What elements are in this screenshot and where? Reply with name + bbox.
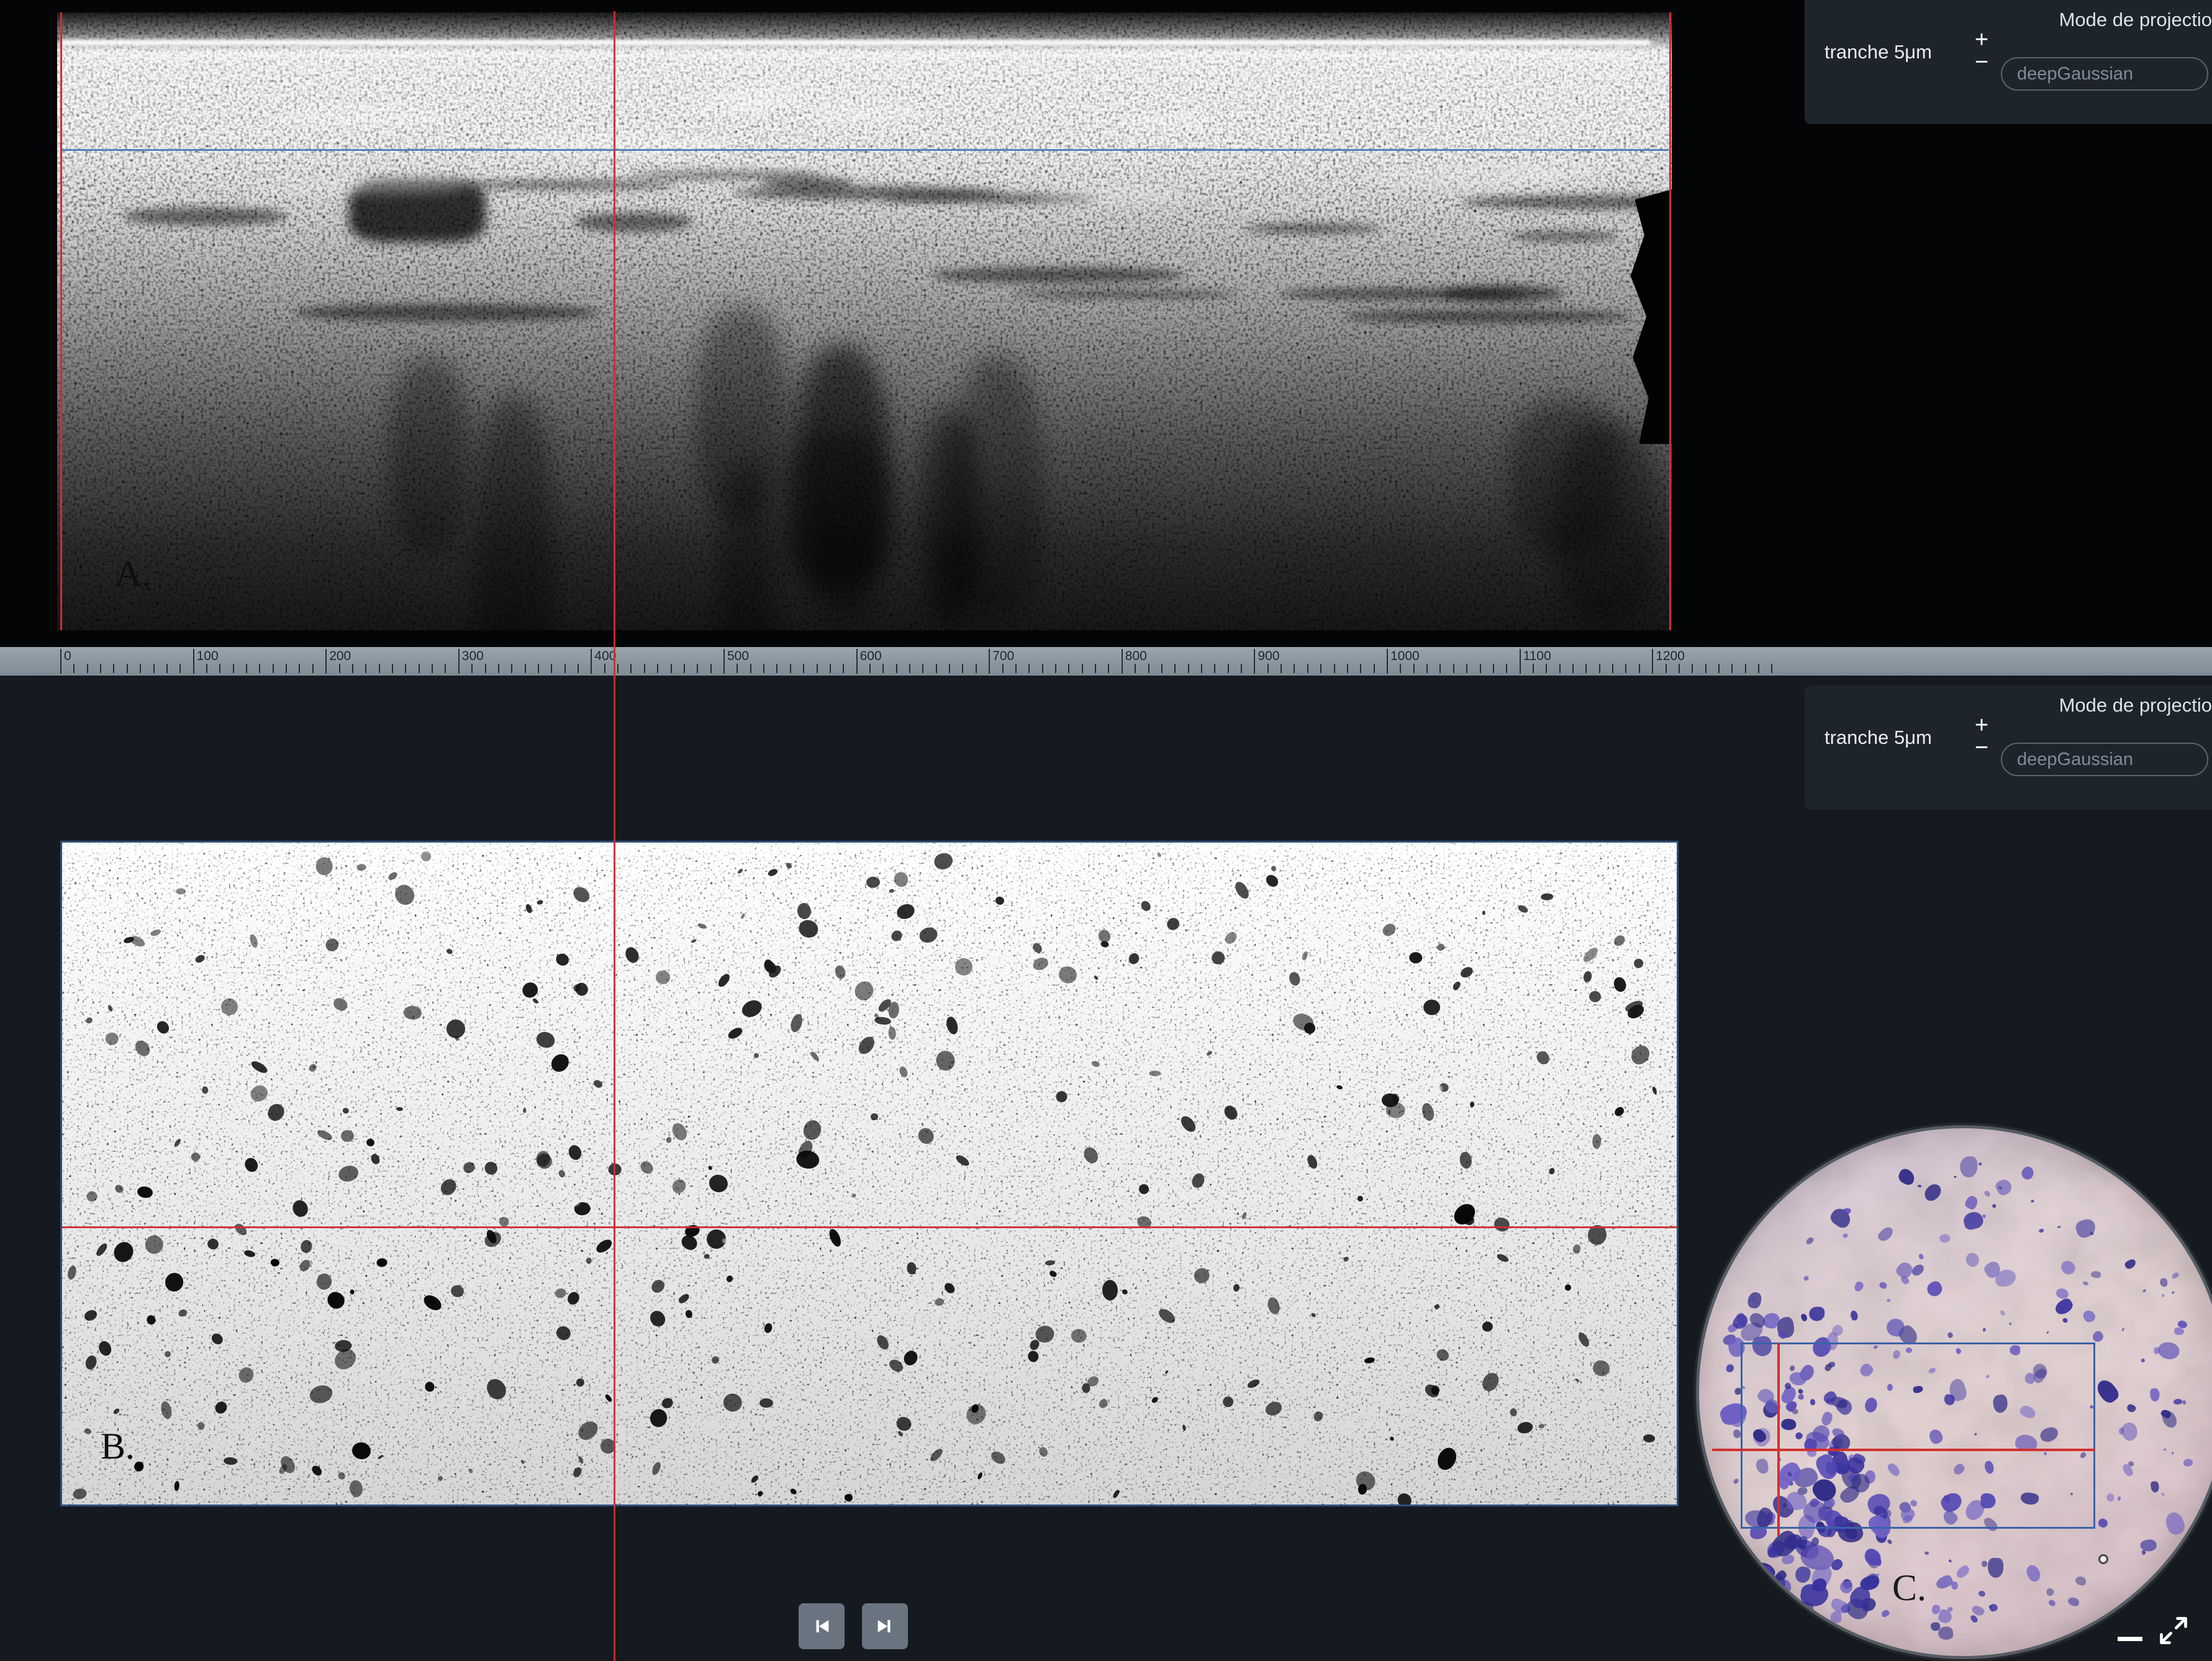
projection-mode-value: deepGaussian [2017,749,2133,770]
histology-circular-viewport[interactable]: C. [1696,1125,2212,1659]
calibration-dot-marker [2098,1554,2108,1564]
decrease-slice-button[interactable]: − [1975,51,1988,73]
projection-mode-label: Mode de projectio [2059,694,2212,717]
decrease-slice-button[interactable]: − [1975,736,1988,759]
depth-guide-blue-line[interactable] [60,149,1669,151]
panel-a-depth-shading [57,12,1672,630]
increase-slice-button[interactable]: + [1975,714,1988,736]
roi-vertical-red-line[interactable] [1777,1342,1780,1536]
projection-mode-value: deepGaussian [2017,64,2133,84]
panel-c-label: C. [1892,1567,1926,1609]
roi-selection-rectangle[interactable] [1741,1342,2095,1529]
slice-thickness-label: tranche 5μm [1824,41,1932,63]
projection-controls-top: Mode de projectio tranche 5μm + − deepGa… [1805,0,2212,124]
ruler: 0100200300400500600700800900100011001200 [0,647,2212,676]
minimize-button[interactable] [2118,1637,2142,1641]
projection-controls-mid: Mode de projectio tranche 5μm + − deepGa… [1805,686,2212,810]
skip-previous-icon [811,1616,832,1637]
oct-viewer-app: A. 0100200300400500600700800900100011001… [0,0,2212,1661]
increase-slice-button[interactable]: + [1975,29,1988,51]
horizontal-crosshair-red-line[interactable] [62,1226,1677,1228]
skip-next-icon [874,1616,895,1637]
slice-thickness-stepper: + − [1967,714,1996,759]
projection-mode-dropdown[interactable]: deepGaussian [2001,57,2208,91]
vertical-crosshair-red-line[interactable] [614,11,615,1661]
slice-thickness-stepper: + − [1967,29,1996,73]
fullscreen-icon [2157,1614,2190,1647]
vertical-section-viewport[interactable] [57,12,1672,630]
skip-next-button[interactable] [862,1603,908,1649]
panel-b-shading [62,843,1677,1505]
skin-surface-line-2 [76,53,1628,57]
projection-mode-dropdown[interactable]: deepGaussian [2001,743,2208,776]
panel-a-right-bound-red-line [1669,12,1671,630]
skip-previous-button[interactable] [799,1603,845,1649]
panel-b-label: B. [101,1425,135,1468]
slice-navigation [799,1603,908,1649]
enface-section-viewport[interactable] [60,841,1679,1506]
panel-a-left-bound-red-line [60,12,62,630]
skin-surface-line [61,40,1651,45]
slice-thickness-label: tranche 5μm [1824,726,1932,749]
roi-horizontal-red-line[interactable] [1712,1449,2095,1451]
panel-a-label: A. [115,553,151,595]
projection-mode-label: Mode de projectio [2059,9,2212,31]
fullscreen-button[interactable] [2157,1614,2190,1647]
